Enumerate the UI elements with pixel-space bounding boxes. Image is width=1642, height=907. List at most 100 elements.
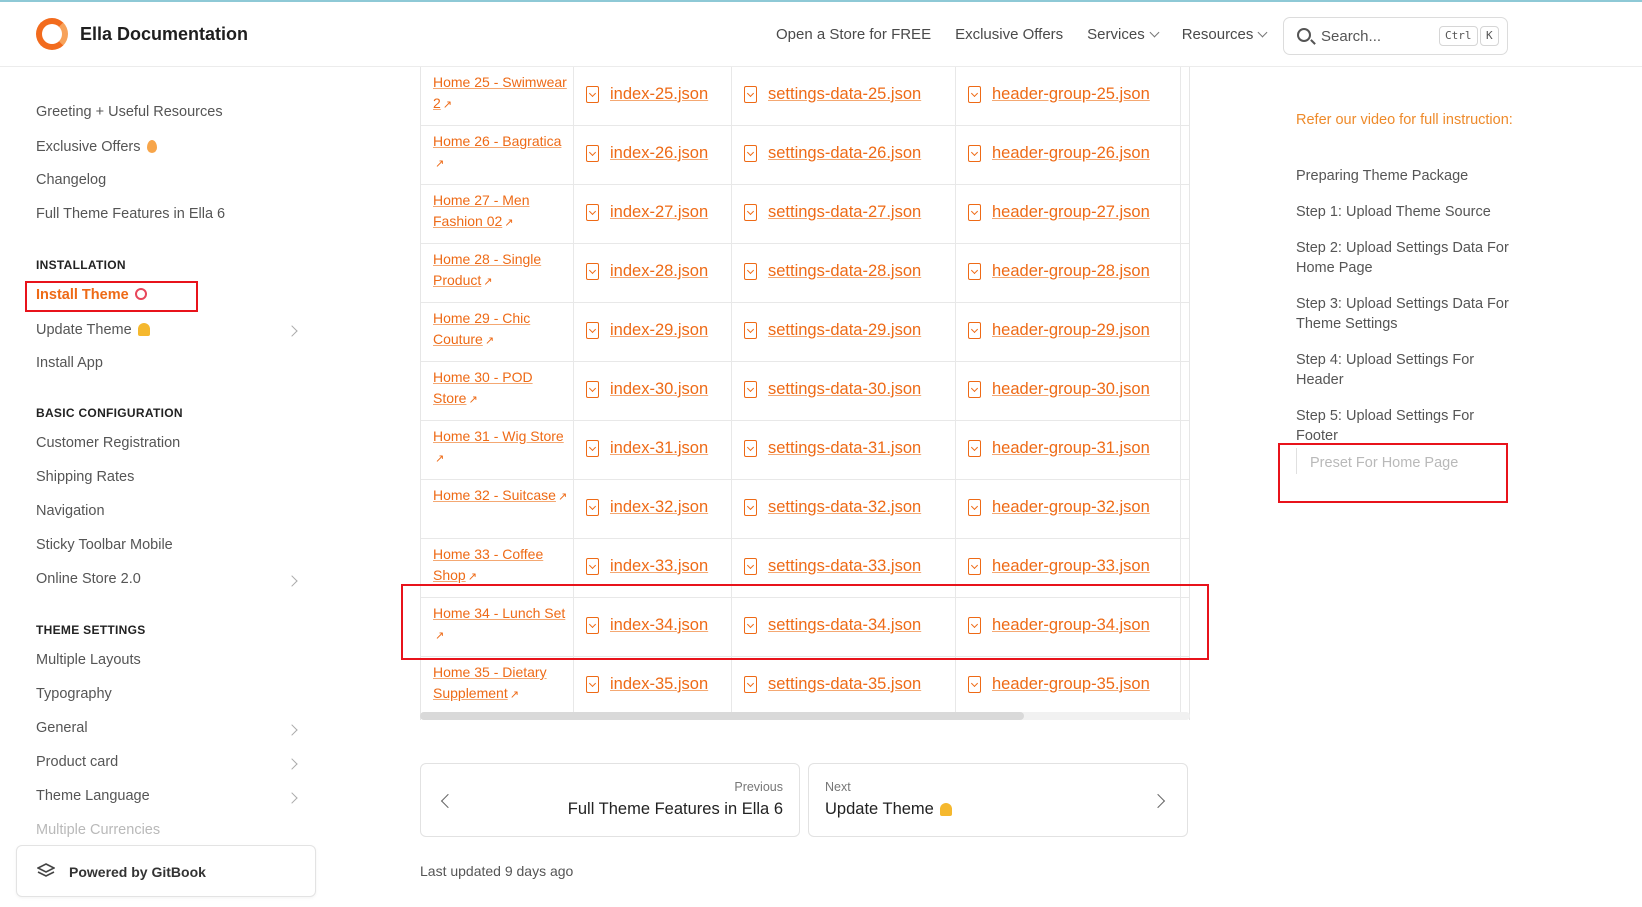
index-file-link[interactable]: index-30.json <box>586 380 708 399</box>
sidebar-item-multiple-currencies[interactable]: Multiple Currencies <box>36 822 160 838</box>
brand-title[interactable]: Ella Documentation <box>80 24 248 45</box>
sidebar-item-shipping-rates[interactable]: Shipping Rates <box>36 469 134 485</box>
settings-file-link[interactable]: settings-data-28.json <box>744 262 921 281</box>
sidebar-item-navigation[interactable]: Navigation <box>36 503 105 519</box>
table-row: Home 27 - Men Fashion 02 ↗ index-27.json se… <box>421 185 1189 244</box>
index-cell: index-29.json <box>574 303 732 362</box>
home-preview-link[interactable]: Home 25 - Swimwear 2 ↗ <box>433 72 568 116</box>
sidebar-item-update-theme[interactable]: Update Theme <box>36 321 150 338</box>
index-file-link[interactable]: index-28.json <box>586 262 708 281</box>
nav-open-store[interactable]: Open a Store for FREE <box>776 26 931 43</box>
scrollbar-thumb[interactable] <box>420 712 1024 720</box>
index-file-link[interactable]: index-33.json <box>586 557 708 576</box>
header-group-file-link[interactable]: header-group-31.json <box>968 439 1150 458</box>
index-file-link[interactable]: index-26.json <box>586 144 708 163</box>
toc-item-step-3[interactable]: Step 3: Upload Settings Data For Theme S… <box>1296 294 1516 334</box>
toc-item-preparing[interactable]: Preparing Theme Package <box>1296 166 1468 186</box>
search-box[interactable]: Search... Ctrl K <box>1283 17 1508 55</box>
chevron-right-icon[interactable] <box>286 575 298 587</box>
index-file-link[interactable]: index-32.json <box>586 498 708 517</box>
settings-file-link[interactable]: settings-data-30.json <box>744 380 921 399</box>
settings-file-link[interactable]: settings-data-25.json <box>744 85 921 104</box>
chevron-right-icon[interactable] <box>286 325 298 337</box>
sidebar-item-theme-language[interactable]: Theme Language <box>36 788 150 804</box>
header-group-file-link[interactable]: header-group-26.json <box>968 144 1150 163</box>
nav-exclusive-offers[interactable]: Exclusive Offers <box>955 26 1063 43</box>
header-group-file-link[interactable]: header-group-30.json <box>968 380 1150 399</box>
header-group-cell: header-group-26.json <box>956 126 1181 185</box>
header-group-cell: header-group-27.json <box>956 185 1181 244</box>
index-cell: index-31.json <box>574 421 732 480</box>
header-group-file-link[interactable]: header-group-25.json <box>968 85 1150 104</box>
header-group-file-link[interactable]: header-group-27.json <box>968 203 1150 222</box>
header-group-file-link[interactable]: header-group-35.json <box>968 675 1150 694</box>
home-preview-link[interactable]: Home 27 - Men Fashion 02 ↗ <box>433 190 568 234</box>
settings-file-link[interactable]: settings-data-26.json <box>744 144 921 163</box>
sidebar-item-full-features[interactable]: Full Theme Features in Ella 6 <box>36 206 225 222</box>
sidebar-item-changelog[interactable]: Changelog <box>36 172 106 188</box>
sidebar-item-customer-registration[interactable]: Customer Registration <box>36 435 180 451</box>
settings-link-text: settings-data-26.json <box>768 144 922 162</box>
settings-file-link[interactable]: settings-data-29.json <box>744 321 921 340</box>
sidebar-item-typography[interactable]: Typography <box>36 686 112 702</box>
nav-resources[interactable]: Resources <box>1182 26 1268 43</box>
chevron-right-icon[interactable] <box>286 724 298 736</box>
sidebar-item-exclusive-offers[interactable]: Exclusive Offers <box>36 138 157 155</box>
previous-page-card[interactable]: Previous Full Theme Features in Ella 6 <box>420 763 800 837</box>
header-group-link-text: header-group-30.json <box>992 380 1150 398</box>
file-download-icon <box>744 440 757 457</box>
home-preview-link[interactable]: Home 30 - POD Store ↗ <box>433 367 568 411</box>
toc-item-step-4[interactable]: Step 4: Upload Settings For Header <box>1296 350 1516 390</box>
header-group-file-link[interactable]: header-group-32.json <box>968 498 1150 517</box>
index-file-link[interactable]: index-29.json <box>586 321 708 340</box>
header-group-link-text: header-group-29.json <box>992 321 1150 339</box>
sidebar-item-general[interactable]: General <box>36 720 88 736</box>
settings-file-link[interactable]: settings-data-33.json <box>744 557 921 576</box>
section-theme-settings: THEME SETTINGS <box>36 623 146 637</box>
next-page-card[interactable]: Next Update Theme <box>808 763 1188 837</box>
header-group-link-text: header-group-27.json <box>992 203 1150 221</box>
file-download-icon <box>744 499 757 516</box>
home-preview-link[interactable]: Home 32 - Suitcase ↗ <box>433 485 568 508</box>
index-file-link[interactable]: index-27.json <box>586 203 708 222</box>
settings-file-link[interactable]: settings-data-35.json <box>744 675 921 694</box>
sidebar-item-sticky-toolbar[interactable]: Sticky Toolbar Mobile <box>36 537 173 553</box>
chevron-right-icon[interactable] <box>286 792 298 804</box>
toc-item-step-5[interactable]: Step 5: Upload Settings For Footer <box>1296 406 1516 446</box>
home-preview-link[interactable]: Home 29 - Chic Couture ↗ <box>433 308 568 352</box>
settings-file-link[interactable]: settings-data-32.json <box>744 498 921 517</box>
settings-file-link[interactable]: settings-data-27.json <box>744 203 921 222</box>
sidebar-item-multiple-layouts[interactable]: Multiple Layouts <box>36 652 141 668</box>
index-file-link[interactable]: index-31.json <box>586 439 708 458</box>
header-group-file-link[interactable]: header-group-33.json <box>968 557 1150 576</box>
ella-logo-icon[interactable] <box>36 18 68 50</box>
home-preview-link[interactable]: Home 35 - Dietary Supplement ↗ <box>433 662 568 706</box>
home-preview-link[interactable]: Home 26 - Bagratica ↗ <box>433 131 568 175</box>
sidebar-item-product-card[interactable]: Product card <box>36 754 118 770</box>
toc-item-video[interactable]: Refer our video for full instruction: <box>1296 110 1513 130</box>
chevron-right-icon[interactable] <box>286 758 298 770</box>
powered-by-gitbook[interactable]: Powered by GitBook <box>16 845 316 897</box>
toc-item-step-1[interactable]: Step 1: Upload Theme Source <box>1296 202 1491 222</box>
index-file-link[interactable]: index-35.json <box>586 675 708 694</box>
home-preview-link[interactable]: Home 33 - Coffee Shop ↗ <box>433 544 568 588</box>
sidebar-item-install-app[interactable]: Install App <box>36 355 103 371</box>
toc-item-step-2[interactable]: Step 2: Upload Settings Data For Home Pa… <box>1296 238 1516 278</box>
index-file-link[interactable]: index-25.json <box>586 85 708 104</box>
index-link-text: index-33.json <box>610 557 709 575</box>
index-link-text: index-32.json <box>610 498 709 516</box>
home-link-text: Home 32 - Suitcase <box>433 487 556 503</box>
chevron-right-icon <box>1150 793 1166 809</box>
table-horizontal-scrollbar[interactable] <box>420 712 1190 720</box>
home-preview-link[interactable]: Home 28 - Single Product ↗ <box>433 249 568 293</box>
header-group-file-link[interactable]: header-group-28.json <box>968 262 1150 281</box>
file-download-icon <box>968 558 981 575</box>
sidebar-item-greeting[interactable]: Greeting + Useful Resources <box>36 104 223 120</box>
nav-services[interactable]: Services <box>1087 26 1160 43</box>
file-download-icon <box>586 204 599 221</box>
settings-file-link[interactable]: settings-data-31.json <box>744 439 921 458</box>
home-preview-link[interactable]: Home 31 - Wig Store ↗ <box>433 426 568 470</box>
sidebar-item-online-store[interactable]: Online Store 2.0 <box>36 571 141 587</box>
highlight-home-34-row <box>401 584 1209 660</box>
header-group-file-link[interactable]: header-group-29.json <box>968 321 1150 340</box>
